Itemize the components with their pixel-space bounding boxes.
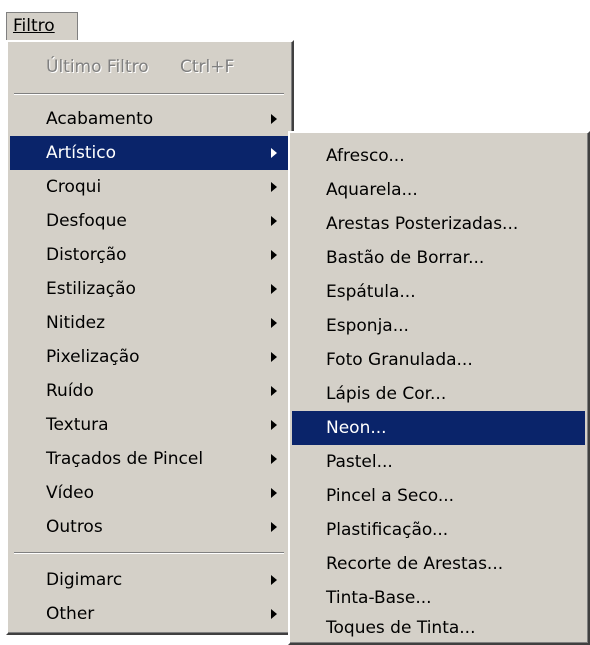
menu-item-distorcao[interactable]: Distorção [10,238,289,272]
menu-item-label: Vídeo [46,483,95,503]
submenu-item-foto-granulada[interactable]: Foto Granulada... [292,343,585,377]
menu-item-label: Croqui [46,177,102,197]
menu-item-estilizacao[interactable]: Estilização [10,272,289,306]
submenu-item-pastel[interactable]: Pastel... [292,445,585,479]
menu-filtro-label: Filtro [13,16,55,36]
menu-separator [14,552,284,554]
menu-filtro[interactable]: Filtro [6,12,78,40]
menu-item-label: Artístico [46,143,117,163]
submenu-item-label: Tinta-Base... [326,588,432,608]
menu-item-label: Traçados de Pincel [46,449,204,469]
submenu-item-bastao-de-borrar[interactable]: Bastão de Borrar... [292,241,585,275]
submenu-item-aquarela[interactable]: Aquarela... [292,173,585,207]
submenu-item-label: Neon... [326,418,387,438]
submenu-item-label: Pincel a Seco... [326,486,455,506]
menu-item-label: Último Filtro [46,57,149,77]
submenu-item-tinta-base[interactable]: Tinta-Base... [292,581,585,615]
submenu-item-label: Pastel... [326,452,393,472]
submenu-item-label: Arestas Posterizadas... [326,214,519,234]
submenu-item-arestas-posterizadas[interactable]: Arestas Posterizadas... [292,207,585,241]
menu-item-label: Desfoque [46,211,127,231]
submenu-arrow-icon [271,386,277,396]
submenu-arrow-icon [271,148,277,158]
menu-item-shortcut: Ctrl+F [180,57,235,77]
menu-item-label: Distorção [46,245,127,265]
submenu-item-label: Recorte de Arestas... [326,554,504,574]
menu-item-outros[interactable]: Outros [10,510,289,544]
menu-item-acabamento[interactable]: Acabamento [10,102,289,136]
submenu-item-afresco[interactable]: Afresco... [292,139,585,173]
submenu-item-toques-de-tinta[interactable]: Toques de Tinta... [292,611,585,645]
submenu-item-lapis-de-cor[interactable]: Lápis de Cor... [292,377,585,411]
submenu-arrow-icon [271,352,277,362]
submenu-arrow-icon [271,488,277,498]
submenu-item-recorte-de-arestas[interactable]: Recorte de Arestas... [292,547,585,581]
submenu-arrow-icon [271,216,277,226]
submenu-item-label: Espátula... [326,282,416,302]
menu-item-other[interactable]: Other [10,597,289,631]
menu-item-video[interactable]: Vídeo [10,476,289,510]
menu-bar: Filtro [0,0,590,40]
submenu-item-label: Plastificação... [326,520,449,540]
submenu-arrow-icon [271,182,277,192]
artistico-submenu: Afresco... Aquarela... Arestas Posteriza… [288,131,590,645]
submenu-item-label: Toques de Tinta... [326,618,476,638]
menu-item-croqui[interactable]: Croqui [10,170,289,204]
menu-item-label: Pixelização [46,347,140,367]
submenu-arrow-icon [271,609,277,619]
menu-separator [14,93,284,95]
submenu-item-label: Lápis de Cor... [326,384,447,404]
submenu-arrow-icon [271,522,277,532]
submenu-item-label: Foto Granulada... [326,350,473,370]
submenu-item-esponja[interactable]: Esponja... [292,309,585,343]
menu-item-pixelizacao[interactable]: Pixelização [10,340,289,374]
menu-item-desfoque[interactable]: Desfoque [10,204,289,238]
submenu-item-label: Aquarela... [326,180,418,200]
menu-item-label: Nitidez [46,313,106,333]
filtro-menu: Último Filtro Ctrl+F Acabamento Artístic… [6,40,294,635]
submenu-arrow-icon [271,318,277,328]
menu-item-artistico[interactable]: Artístico [10,136,289,170]
menu-item-label: Acabamento [46,109,154,129]
menu-item-tracados-de-pincel[interactable]: Traçados de Pincel [10,442,289,476]
menu-item-label: Estilização [46,279,136,299]
submenu-item-label: Afresco... [326,146,405,166]
menu-item-label: Textura [46,415,109,435]
menu-item-label: Digimarc [46,570,123,590]
menu-item-ruido[interactable]: Ruído [10,374,289,408]
submenu-item-neon[interactable]: Neon... [292,411,585,445]
menu-item-nitidez[interactable]: Nitidez [10,306,289,340]
submenu-item-pincel-a-seco[interactable]: Pincel a Seco... [292,479,585,513]
menu-item-label: Outros [46,517,103,537]
menu-item-digimarc[interactable]: Digimarc [10,563,289,597]
submenu-item-espatula[interactable]: Espátula... [292,275,585,309]
menu-item-textura[interactable]: Textura [10,408,289,442]
menu-item-label: Other [46,604,95,624]
submenu-item-label: Bastão de Borrar... [326,248,485,268]
submenu-arrow-icon [271,250,277,260]
submenu-arrow-icon [271,454,277,464]
submenu-arrow-icon [271,420,277,430]
submenu-arrow-icon [271,284,277,294]
submenu-item-label: Esponja... [326,316,409,336]
submenu-arrow-icon [271,575,277,585]
submenu-item-plastificacao[interactable]: Plastificação... [292,513,585,547]
menu-item-ultimo-filtro: Último Filtro Ctrl+F [10,50,289,84]
submenu-arrow-icon [271,114,277,124]
menu-item-label: Ruído [46,381,94,401]
